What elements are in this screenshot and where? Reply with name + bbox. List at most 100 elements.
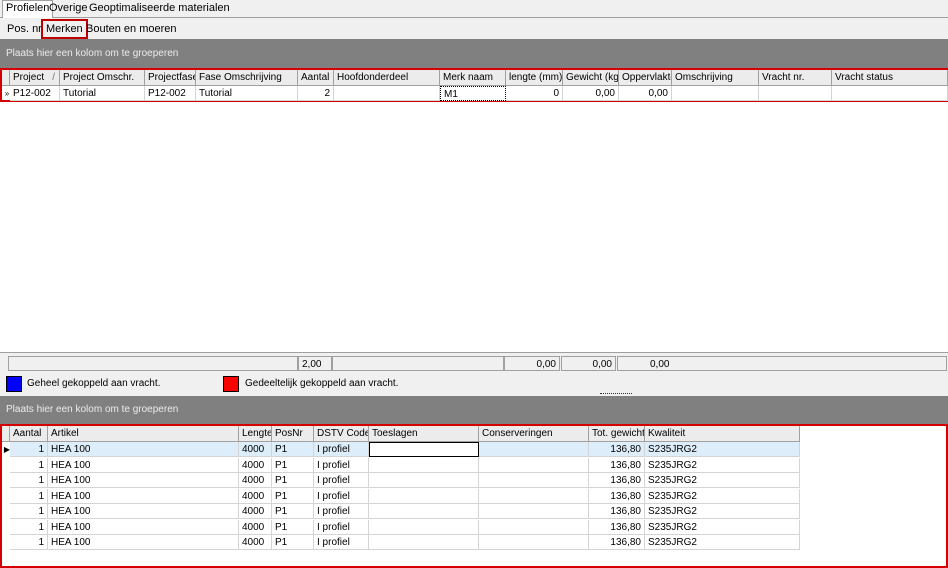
cell-artikel[interactable]: HEA 100 bbox=[48, 457, 239, 473]
cell-posnr[interactable]: P1 bbox=[272, 504, 314, 519]
col-header-lengte[interactable]: lengte (mm) bbox=[506, 70, 563, 86]
subtab-bouten-en-moeren[interactable]: Bouten en moeren bbox=[86, 21, 177, 37]
col-header-conserveringen[interactable]: Conserveringen bbox=[479, 426, 589, 442]
cell-lengte[interactable]: 4000 bbox=[239, 442, 272, 457]
cell-dstv-code[interactable]: I profiel bbox=[314, 535, 369, 550]
cell-conserveringen[interactable] bbox=[479, 535, 589, 550]
cell-toeslagen[interactable] bbox=[369, 473, 479, 488]
cell-toeslagen[interactable] bbox=[369, 504, 479, 519]
cell-tot-gewicht[interactable]: 136,80 bbox=[589, 457, 645, 473]
row-selector-icon[interactable]: » bbox=[2, 86, 12, 101]
cell-vracht-nr[interactable] bbox=[759, 86, 832, 101]
col-header-gewicht[interactable]: Gewicht (kg) bbox=[563, 70, 619, 86]
row-selector-icon[interactable] bbox=[2, 520, 12, 535]
group-by-panel-bottom[interactable]: Plaats hier een kolom om te groeperen bbox=[0, 396, 948, 424]
group-by-panel-top[interactable]: Plaats hier een kolom om te groeperen bbox=[0, 39, 948, 69]
cell-toeslagen[interactable] bbox=[369, 442, 479, 457]
cell-lengte[interactable]: 4000 bbox=[239, 488, 272, 504]
row-selector-icon[interactable] bbox=[2, 535, 12, 550]
col-header-merk-naam[interactable]: Merk naam bbox=[440, 70, 506, 86]
tab-overige[interactable]: Overige bbox=[46, 1, 91, 16]
cell-vracht-status[interactable] bbox=[832, 86, 948, 101]
cell-hoofdonderdeel[interactable] bbox=[334, 86, 440, 101]
row-selector-icon[interactable] bbox=[2, 458, 12, 473]
cell-oppervlakte[interactable]: 0,00 bbox=[619, 86, 672, 101]
cell-lengte[interactable]: 4000 bbox=[239, 535, 272, 550]
cell-toeslagen[interactable] bbox=[369, 535, 479, 550]
col-header-artikel[interactable]: Artikel bbox=[48, 426, 239, 442]
cell-aantal[interactable]: 1 bbox=[10, 488, 48, 504]
col-header-lengte[interactable]: Lengte bbox=[239, 426, 272, 442]
cell-project-omschr[interactable]: Tutorial bbox=[60, 86, 145, 101]
row-selector-icon[interactable]: ▶ bbox=[2, 442, 12, 457]
cell-gewicht[interactable]: 0,00 bbox=[563, 86, 619, 101]
cell-dstv-code[interactable]: I profiel bbox=[314, 488, 369, 504]
cell-kwaliteit[interactable]: S235JRG2 bbox=[645, 504, 800, 519]
cell-aantal[interactable]: 1 bbox=[10, 504, 48, 519]
cell-posnr[interactable]: P1 bbox=[272, 535, 314, 550]
cell-tot-gewicht[interactable]: 136,80 bbox=[589, 442, 645, 457]
cell-aantal[interactable]: 1 bbox=[10, 442, 48, 457]
cell-dstv-code[interactable]: I profiel bbox=[314, 473, 369, 488]
cell-toeslagen[interactable] bbox=[369, 457, 479, 473]
cell-artikel[interactable]: HEA 100 bbox=[48, 442, 239, 457]
cell-kwaliteit[interactable]: S235JRG2 bbox=[645, 442, 800, 457]
row-selector-icon[interactable] bbox=[2, 473, 12, 488]
cell-lengte[interactable]: 0 bbox=[506, 86, 563, 101]
cell-tot-gewicht[interactable]: 136,80 bbox=[589, 519, 645, 535]
cell-artikel[interactable]: HEA 100 bbox=[48, 519, 239, 535]
cell-tot-gewicht[interactable]: 136,80 bbox=[589, 504, 645, 519]
cell-artikel[interactable]: HEA 100 bbox=[48, 473, 239, 488]
cell-posnr[interactable]: P1 bbox=[272, 473, 314, 488]
cell-aantal[interactable]: 2 bbox=[298, 86, 334, 101]
cell-artikel[interactable]: HEA 100 bbox=[48, 504, 239, 519]
cell-posnr[interactable]: P1 bbox=[272, 457, 314, 473]
cell-artikel[interactable]: HEA 100 bbox=[48, 535, 239, 550]
cell-lengte[interactable]: 4000 bbox=[239, 457, 272, 473]
col-header-project[interactable]: Project / bbox=[10, 70, 60, 86]
cell-projectfase[interactable]: P12-002 bbox=[145, 86, 196, 101]
cell-aantal[interactable]: 1 bbox=[10, 457, 48, 473]
col-header-vracht-status[interactable]: Vracht status bbox=[832, 70, 948, 86]
col-header-tot-gewicht[interactable]: Tot. gewicht bbox=[589, 426, 645, 442]
cell-dstv-code[interactable]: I profiel bbox=[314, 519, 369, 535]
cell-lengte[interactable]: 4000 bbox=[239, 504, 272, 519]
subtab-pos-nr[interactable]: Pos. nr. bbox=[7, 21, 44, 37]
col-header-aantal[interactable]: Aantal bbox=[298, 70, 334, 86]
cell-conserveringen[interactable] bbox=[479, 519, 589, 535]
cell-merk-naam[interactable]: M1 bbox=[440, 86, 506, 101]
cell-posnr[interactable]: P1 bbox=[272, 442, 314, 457]
col-header-oppervlakte[interactable]: Oppervlakte bbox=[619, 70, 672, 86]
cell-lengte[interactable]: 4000 bbox=[239, 473, 272, 488]
col-header-posnr[interactable]: PosNr bbox=[272, 426, 314, 442]
cell-kwaliteit[interactable]: S235JRG2 bbox=[645, 535, 800, 550]
cell-kwaliteit[interactable]: S235JRG2 bbox=[645, 473, 800, 488]
cell-kwaliteit[interactable]: S235JRG2 bbox=[645, 488, 800, 504]
cell-tot-gewicht[interactable]: 136,80 bbox=[589, 473, 645, 488]
cell-posnr[interactable]: P1 bbox=[272, 488, 314, 504]
cell-dstv-code[interactable]: I profiel bbox=[314, 457, 369, 473]
col-header-vracht-nr[interactable]: Vracht nr. bbox=[759, 70, 832, 86]
cell-conserveringen[interactable] bbox=[479, 457, 589, 473]
tab-geoptimaliseerde-materialen[interactable]: Geoptimaliseerde materialen bbox=[86, 1, 233, 16]
cell-artikel[interactable]: HEA 100 bbox=[48, 488, 239, 504]
row-selector-icon[interactable] bbox=[2, 504, 12, 519]
subtab-merken[interactable]: Merken bbox=[41, 19, 88, 39]
col-header-kwaliteit[interactable]: Kwaliteit bbox=[645, 426, 800, 442]
cell-lengte[interactable]: 4000 bbox=[239, 519, 272, 535]
cell-conserveringen[interactable] bbox=[479, 488, 589, 504]
cell-aantal[interactable]: 1 bbox=[10, 519, 48, 535]
cell-tot-gewicht[interactable]: 136,80 bbox=[589, 488, 645, 504]
col-header-aantal[interactable]: Aantal bbox=[10, 426, 48, 442]
col-header-toeslagen[interactable]: Toeslagen bbox=[369, 426, 479, 442]
col-header-omschrijving[interactable]: Omschrijving bbox=[672, 70, 759, 86]
cell-aantal[interactable]: 1 bbox=[10, 535, 48, 550]
cell-conserveringen[interactable] bbox=[479, 504, 589, 519]
cell-kwaliteit[interactable]: S235JRG2 bbox=[645, 519, 800, 535]
cell-conserveringen[interactable] bbox=[479, 473, 589, 488]
cell-conserveringen[interactable] bbox=[479, 442, 589, 457]
col-header-hoofdonderdeel[interactable]: Hoofdonderdeel bbox=[334, 70, 440, 86]
row-selector-icon[interactable] bbox=[2, 489, 12, 504]
cell-fase-omschrijving[interactable]: Tutorial bbox=[196, 86, 298, 101]
cell-project[interactable]: P12-002 bbox=[10, 86, 60, 101]
